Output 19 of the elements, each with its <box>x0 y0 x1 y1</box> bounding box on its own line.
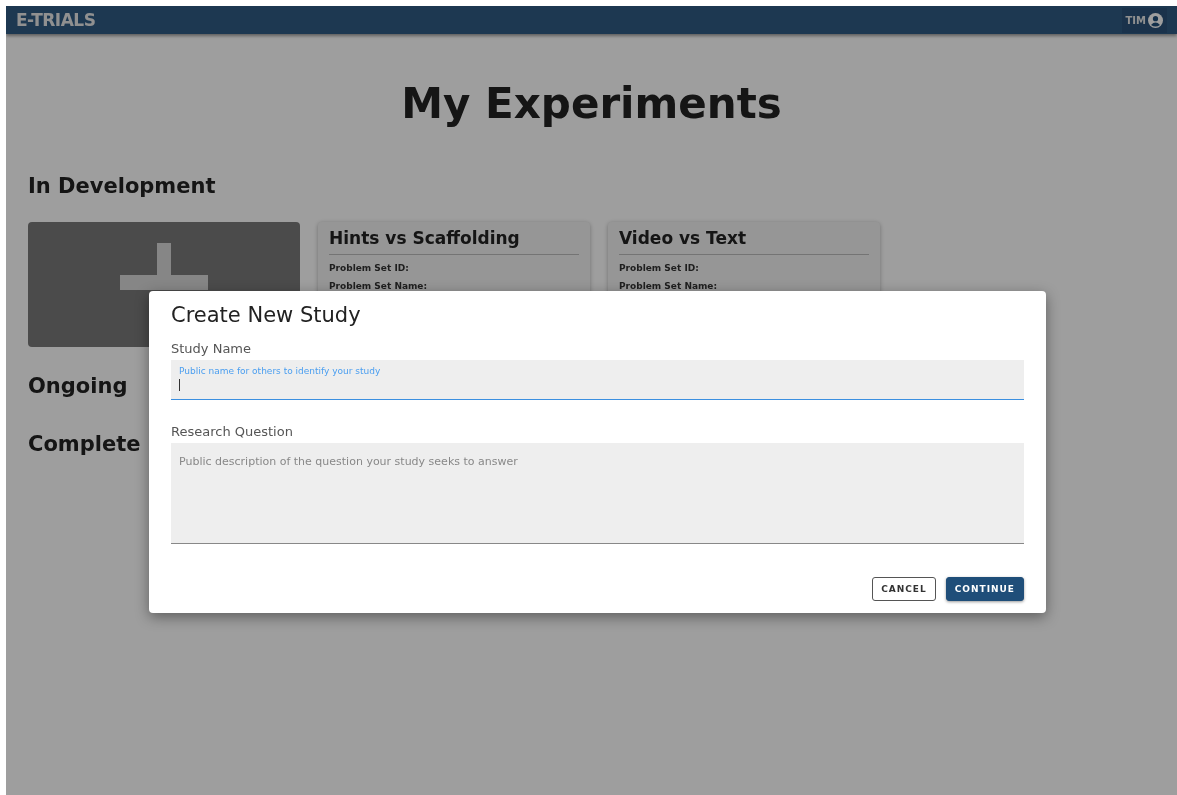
card-field-label: Problem Set Name: <box>619 281 719 291</box>
card-field-label: Problem Set ID: <box>619 263 700 273</box>
cancel-button[interactable]: CANCEL <box>872 577 936 601</box>
plus-icon <box>120 243 208 290</box>
card-title: Hints vs Scaffolding <box>329 228 521 248</box>
page-title: My Experiments <box>400 79 783 128</box>
section-title: Ongoing <box>28 374 128 398</box>
user-button[interactable]: TIM <box>1121 7 1167 33</box>
card-field-label: Problem Set Name: <box>329 281 429 291</box>
section-title: Complete <box>28 432 141 456</box>
field-label: Study Name <box>171 341 253 356</box>
continue-button[interactable]: CONTINUE <box>945 577 1024 601</box>
card-field-label: Problem Set ID: <box>329 263 410 273</box>
card-title: Video vs Text <box>619 228 748 248</box>
field-label: Research Question <box>171 424 294 439</box>
logo[interactable]: E-TRIALS <box>16 10 96 30</box>
section-title: In Development <box>28 174 216 198</box>
user-icon <box>1148 12 1163 28</box>
research-question-field[interactable]: Public description of the question your study seeks to answer <box>171 443 1024 544</box>
